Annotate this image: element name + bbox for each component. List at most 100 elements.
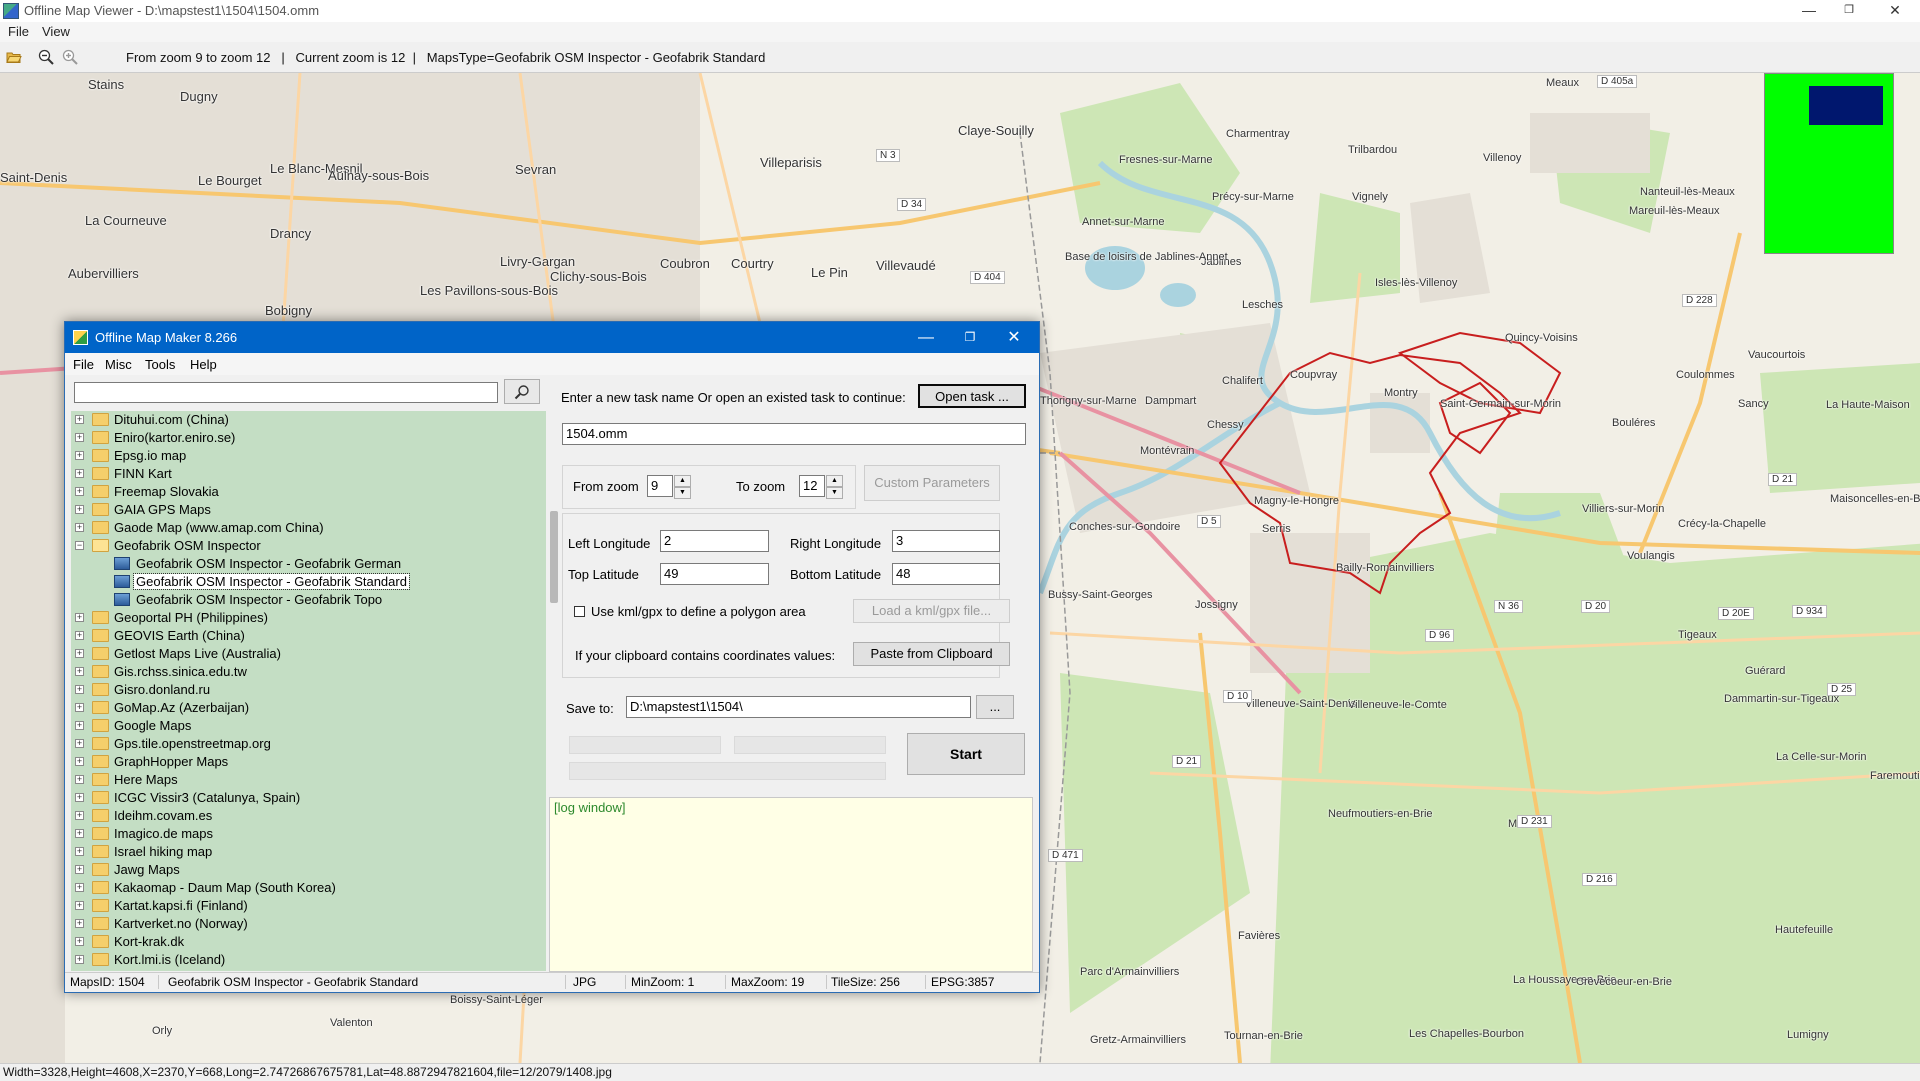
tree-folder-item[interactable]: + Dituhui.com (China) (71, 411, 531, 429)
expand-icon[interactable]: + (75, 433, 84, 442)
expand-icon[interactable]: + (75, 685, 84, 694)
dialog-menu-file[interactable]: File (73, 357, 94, 372)
expand-icon[interactable]: + (75, 865, 84, 874)
tree-child-item[interactable]: Geofabrik OSM Inspector - Geofabrik Germ… (71, 555, 531, 573)
expand-icon[interactable]: + (75, 955, 84, 964)
to-zoom-stepper[interactable]: ▲ ▼ (826, 475, 843, 499)
custom-parameters-button[interactable]: Custom Parameters (864, 465, 1000, 501)
left-longitude-input[interactable]: 2 (660, 530, 769, 552)
dialog-minimize-button[interactable]: — (903, 322, 949, 353)
maximize-button[interactable]: ❐ (1826, 0, 1872, 22)
start-button[interactable]: Start (907, 733, 1025, 775)
expand-icon[interactable]: + (75, 523, 84, 532)
tree-folder-item[interactable]: + Getlost Maps Live (Australia) (71, 645, 531, 663)
close-button[interactable]: ✕ (1872, 0, 1918, 22)
load-kml-button[interactable]: Load a kml/gpx file... (853, 599, 1010, 623)
tree-folder-item[interactable]: + Geoportal PH (Philippines) (71, 609, 531, 627)
stepper-down-icon[interactable]: ▼ (826, 487, 843, 499)
save-to-input[interactable]: D:\mapstest1\1504\ (626, 696, 971, 718)
expand-icon[interactable]: + (75, 829, 84, 838)
tree-folder-item[interactable]: + Kartverket.no (Norway) (71, 915, 531, 933)
expand-icon[interactable]: + (75, 847, 84, 856)
right-longitude-input[interactable]: 3 (892, 530, 1000, 552)
tree-folder-item[interactable]: + Gis.rchss.sinica.edu.tw (71, 663, 531, 681)
open-folder-icon[interactable] (6, 49, 22, 65)
menu-view[interactable]: View (42, 24, 70, 39)
from-zoom-stepper[interactable]: ▲ ▼ (674, 475, 691, 499)
expand-icon[interactable]: + (75, 469, 84, 478)
overview-map[interactable] (1764, 73, 1894, 254)
expand-icon[interactable]: + (75, 775, 84, 784)
tree-folder-item[interactable]: − Geofabrik OSM Inspector (71, 537, 531, 555)
expand-icon[interactable]: + (75, 451, 84, 460)
zoom-out-icon[interactable] (38, 49, 54, 65)
tree-folder-item[interactable]: + Ideihm.covam.es (71, 807, 531, 825)
tree-scrollbar-thumb[interactable] (550, 511, 558, 603)
tree-folder-item[interactable]: + Gps.tile.openstreetmap.org (71, 735, 531, 753)
browse-button[interactable]: ... (976, 695, 1014, 719)
stepper-down-icon[interactable]: ▼ (674, 487, 691, 499)
expand-icon[interactable]: + (75, 505, 84, 514)
stepper-up-icon[interactable]: ▲ (674, 475, 691, 487)
tree-folder-item[interactable]: + Epsg.io map (71, 447, 531, 465)
expand-icon[interactable]: + (75, 721, 84, 730)
dialog-menu-tools[interactable]: Tools (145, 357, 175, 372)
tree-folder-item[interactable]: + Eniro(kartor.eniro.se) (71, 429, 531, 447)
dialog-close-button[interactable]: ✕ (991, 322, 1037, 353)
expand-icon[interactable]: + (75, 415, 84, 424)
dialog-maximize-button[interactable]: ❐ (947, 322, 993, 353)
task-name-input[interactable]: 1504.omm (562, 423, 1026, 445)
open-task-button[interactable]: Open task ... (918, 384, 1026, 408)
dialog-menu-misc[interactable]: Misc (105, 357, 132, 372)
tree-folder-item[interactable]: + Israel hiking map (71, 843, 531, 861)
expand-icon[interactable]: + (75, 703, 84, 712)
tree-folder-item[interactable]: + GoMap.Az (Azerbaijan) (71, 699, 531, 717)
expand-icon[interactable]: + (75, 631, 84, 640)
collapse-icon[interactable]: − (75, 541, 84, 550)
dialog-menu-help[interactable]: Help (190, 357, 217, 372)
tree-folder-item[interactable]: + Kort.lmi.is (Iceland) (71, 951, 531, 969)
map-search-input[interactable] (74, 382, 498, 403)
expand-icon[interactable]: + (75, 919, 84, 928)
map-search-button[interactable] (504, 379, 540, 404)
log-window[interactable]: [log window] (549, 797, 1033, 972)
expand-icon[interactable]: + (75, 757, 84, 766)
tree-folder-item[interactable]: + Kakaomap - Daum Map (South Korea) (71, 879, 531, 897)
tree-folder-item[interactable]: + GraphHopper Maps (71, 753, 531, 771)
expand-icon[interactable]: + (75, 883, 84, 892)
kml-checkbox[interactable] (574, 606, 585, 617)
tree-folder-item[interactable]: + Kort-krak.dk (71, 933, 531, 951)
expand-icon[interactable]: + (75, 937, 84, 946)
tree-folder-item[interactable]: + Gisro.donland.ru (71, 681, 531, 699)
tree-folder-item[interactable]: + Jawg Maps (71, 861, 531, 879)
from-zoom-input[interactable]: 9 (647, 475, 673, 497)
map-source-tree[interactable]: + Dituhui.com (China) + Eniro(kartor.eniro.… (71, 411, 546, 971)
tree-child-item[interactable]: Geofabrik OSM Inspector - Geofabrik Topo (71, 591, 531, 609)
expand-icon[interactable]: + (75, 487, 84, 496)
expand-icon[interactable]: + (75, 667, 84, 676)
tree-folder-item[interactable]: + GAIA GPS Maps (71, 501, 531, 519)
paste-clipboard-button[interactable]: Paste from Clipboard (853, 642, 1010, 666)
tree-folder-item[interactable]: + FINN Kart (71, 465, 531, 483)
tree-folder-item[interactable]: + GEOVIS Earth (China) (71, 627, 531, 645)
zoom-in-icon[interactable] (62, 49, 78, 65)
tree-folder-item[interactable]: + Imagico.de maps (71, 825, 531, 843)
tree-folder-item[interactable]: + Kartat.kapsi.fi (Finland) (71, 897, 531, 915)
tree-folder-item[interactable]: + Google Maps (71, 717, 531, 735)
to-zoom-input[interactable]: 12 (799, 475, 825, 497)
expand-icon[interactable]: + (75, 901, 84, 910)
tree-folder-item[interactable]: + ICGC Vissir3 (Catalunya, Spain) (71, 789, 531, 807)
tree-child-item[interactable]: Geofabrik OSM Inspector - Geofabrik Stan… (71, 573, 531, 591)
expand-icon[interactable]: + (75, 613, 84, 622)
stepper-up-icon[interactable]: ▲ (826, 475, 843, 487)
expand-icon[interactable]: + (75, 811, 84, 820)
overview-viewport[interactable] (1809, 86, 1883, 125)
top-latitude-input[interactable]: 49 (660, 563, 769, 585)
tree-folder-item[interactable]: + Here Maps (71, 771, 531, 789)
expand-icon[interactable]: + (75, 649, 84, 658)
expand-icon[interactable]: + (75, 793, 84, 802)
bottom-latitude-input[interactable]: 48 (892, 563, 1000, 585)
expand-icon[interactable]: + (75, 739, 84, 748)
tree-folder-item[interactable]: + Gaode Map (www.amap.com China) (71, 519, 531, 537)
tree-folder-item[interactable]: + Freemap Slovakia (71, 483, 531, 501)
